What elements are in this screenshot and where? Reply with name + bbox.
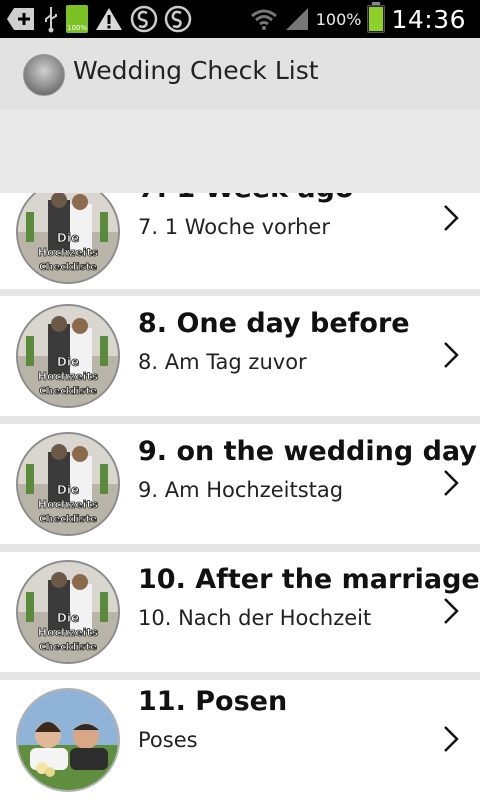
signal-icon bbox=[284, 4, 310, 34]
shazam-icon bbox=[164, 4, 192, 34]
couple-photo-icon bbox=[16, 688, 120, 792]
app-title: Wedding Check List bbox=[73, 56, 319, 85]
battery-icon: 100% bbox=[66, 4, 88, 34]
battery-level-icon bbox=[367, 2, 386, 34]
svg-text:Die: Die bbox=[57, 611, 79, 625]
checklist-list: Die Hochzeits Checkliste 7. 1 Week ago 7… bbox=[0, 193, 480, 800]
item-subtitle: 8. Am Tag zuvor bbox=[138, 350, 307, 374]
chevron-right-icon bbox=[444, 598, 459, 624]
battery-percent: 100% bbox=[315, 9, 362, 29]
list-item[interactable]: Die Hochzeits Checkliste 10. After the m… bbox=[0, 552, 480, 672]
app-logo-icon[interactable] bbox=[23, 54, 65, 96]
item-title: 11. Posen bbox=[138, 686, 288, 717]
checklist-logo-icon: Die Hochzeits Checkliste bbox=[16, 432, 120, 536]
item-title: 10. After the marriage bbox=[138, 564, 480, 595]
svg-text:Die: Die bbox=[57, 231, 79, 245]
item-subtitle: 7. 1 Woche vorher bbox=[138, 215, 330, 239]
svg-text:Die: Die bbox=[57, 355, 79, 369]
action-bar: Wedding Check List bbox=[0, 38, 480, 111]
header-spacer bbox=[0, 110, 480, 193]
list-item[interactable]: Die Hochzeits Checkliste 8. One day befo… bbox=[0, 296, 480, 416]
chevron-right-icon bbox=[444, 342, 459, 368]
checklist-logo-icon: Die Hochzeits Checkliste bbox=[16, 193, 120, 284]
svg-text:Hochzeits: Hochzeits bbox=[38, 246, 99, 259]
list-item[interactable]: 11. Posen Poses bbox=[0, 680, 480, 800]
usb-icon bbox=[42, 4, 60, 34]
list-item[interactable]: Die Hochzeits Checkliste 9. on the weddi… bbox=[0, 424, 480, 544]
item-subtitle: Poses bbox=[138, 728, 198, 752]
item-title: 8. One day before bbox=[138, 308, 410, 339]
item-title: 7. 1 Week ago bbox=[138, 193, 354, 204]
svg-text:Checkliste: Checkliste bbox=[39, 386, 97, 397]
status-bar: 100% 100% 14:36 bbox=[0, 0, 480, 38]
checklist-logo-icon: Die Hochzeits Checkliste bbox=[16, 304, 120, 408]
checklist-logo-icon: Die Hochzeits Checkliste bbox=[16, 560, 120, 664]
mini-battery-label: 100% bbox=[66, 24, 87, 32]
svg-text:Die: Die bbox=[57, 483, 79, 497]
warning-icon bbox=[94, 4, 124, 34]
svg-text:Checkliste: Checkliste bbox=[39, 642, 97, 653]
svg-text:Hochzeits: Hochzeits bbox=[38, 370, 99, 383]
shazam-icon bbox=[130, 4, 158, 34]
chevron-right-icon bbox=[444, 726, 459, 752]
svg-text:Hochzeits: Hochzeits bbox=[38, 498, 99, 511]
chevron-right-icon bbox=[444, 205, 459, 231]
add-icon bbox=[6, 4, 36, 34]
wifi-icon bbox=[250, 4, 278, 34]
item-subtitle: 10. Nach der Hochzeit bbox=[138, 606, 372, 630]
item-subtitle: 9. Am Hochzeitstag bbox=[138, 478, 344, 502]
list-item[interactable]: Die Hochzeits Checkliste 7. 1 Week ago 7… bbox=[0, 193, 480, 289]
svg-text:Checkliste: Checkliste bbox=[39, 514, 97, 525]
svg-text:Hochzeits: Hochzeits bbox=[38, 626, 99, 639]
chevron-right-icon bbox=[444, 470, 459, 496]
clock: 14:36 bbox=[391, 4, 466, 34]
svg-text:Checkliste: Checkliste bbox=[39, 262, 97, 273]
item-title: 9. on the wedding day bbox=[138, 436, 477, 467]
